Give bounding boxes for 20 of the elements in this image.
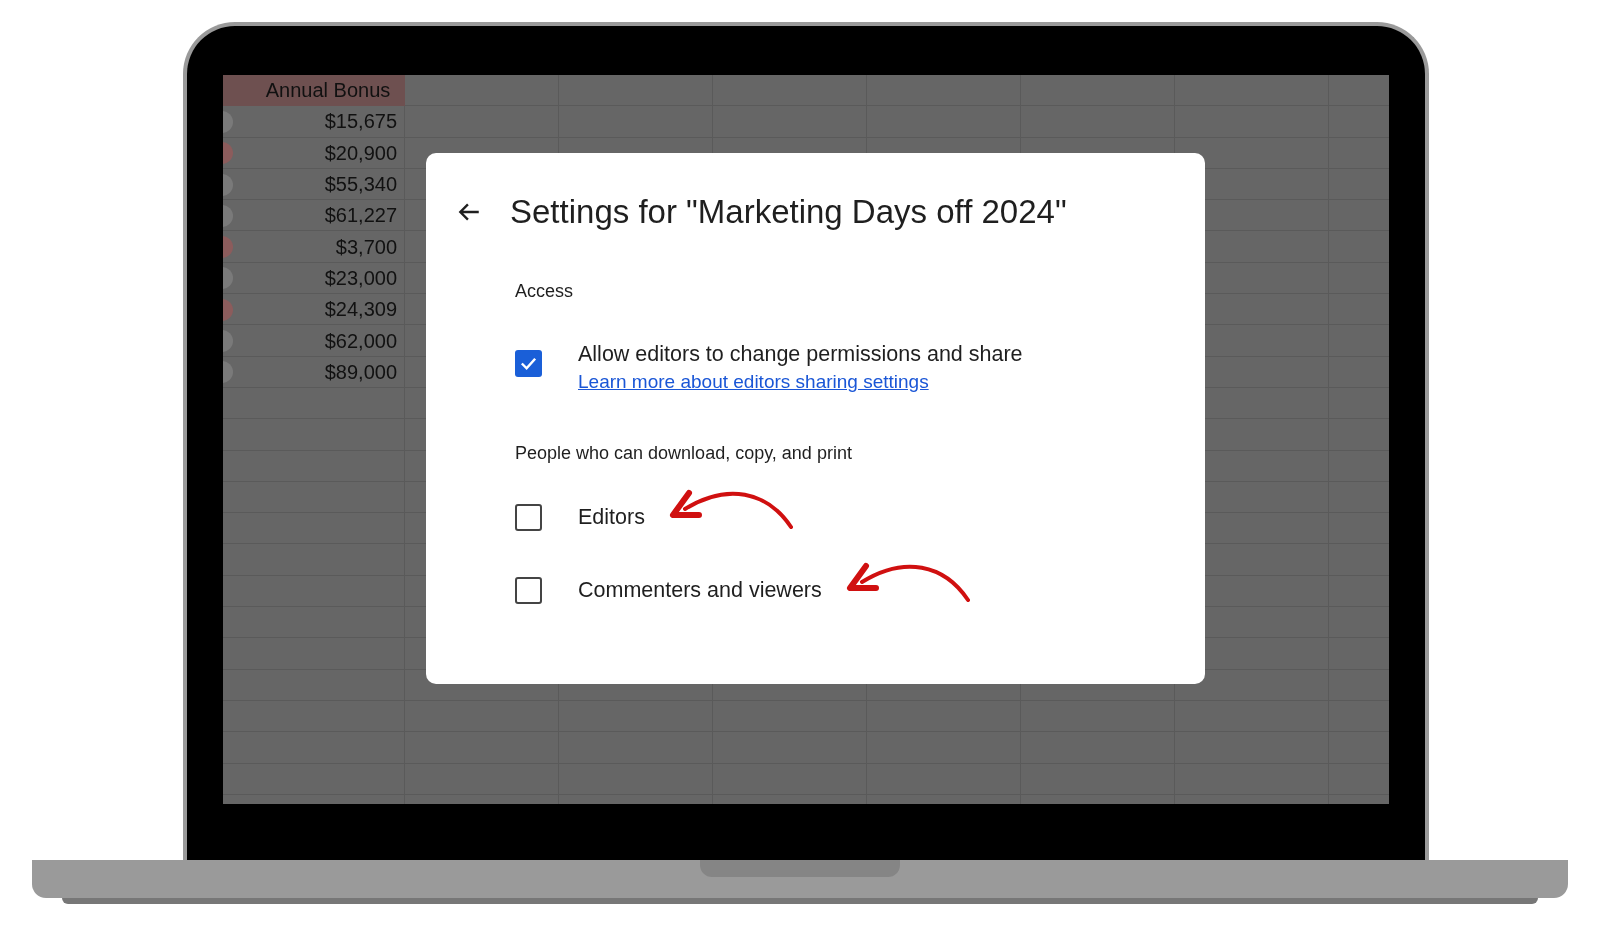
checkbox[interactable] bbox=[515, 504, 542, 531]
section-heading: Access bbox=[515, 281, 574, 302]
option-label: Commenters and viewers bbox=[578, 578, 822, 603]
table-cell-text: $55,340 bbox=[323, 173, 398, 197]
section-heading: People who can download, copy, and print bbox=[515, 443, 852, 464]
table-cell-text: $24,309 bbox=[323, 298, 398, 322]
checkbox[interactable] bbox=[515, 577, 542, 604]
option-label: Editors bbox=[578, 505, 645, 530]
table-cell-text: $23,000 bbox=[323, 266, 398, 290]
table-cell-text: $61,227 bbox=[323, 204, 398, 228]
table-cell-text: $20,900 bbox=[323, 141, 398, 165]
table-cell-text: $15,675 bbox=[323, 110, 398, 134]
checkbox[interactable] bbox=[515, 350, 542, 377]
table-cell-text: $62,000 bbox=[323, 329, 398, 353]
table-cell-text: $89,000 bbox=[323, 360, 398, 384]
dialog-title: Settings for "Marketing Days off 2024" bbox=[510, 193, 1067, 231]
help-link[interactable]: Learn more about editors sharing settings bbox=[578, 371, 929, 393]
table-cell-text: $3,700 bbox=[334, 235, 398, 259]
column-header: Annual Bonus bbox=[223, 75, 405, 107]
option-label: Allow editors to change permissions and share bbox=[578, 342, 1023, 367]
